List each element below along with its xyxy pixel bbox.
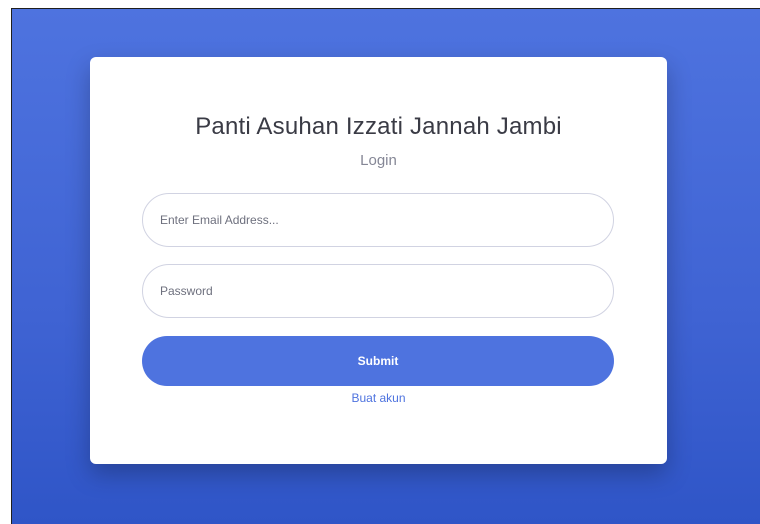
email-input[interactable] bbox=[142, 193, 614, 247]
register-link[interactable]: Buat akun bbox=[90, 391, 667, 405]
submit-button[interactable]: Submit bbox=[142, 336, 614, 386]
password-input[interactable] bbox=[142, 264, 614, 318]
login-card: Panti Asuhan Izzati Jannah Jambi Login S… bbox=[90, 57, 667, 464]
page-background: Panti Asuhan Izzati Jannah Jambi Login S… bbox=[11, 8, 760, 524]
page-title: Panti Asuhan Izzati Jannah Jambi bbox=[195, 113, 562, 140]
login-subtitle: Login bbox=[360, 152, 397, 169]
